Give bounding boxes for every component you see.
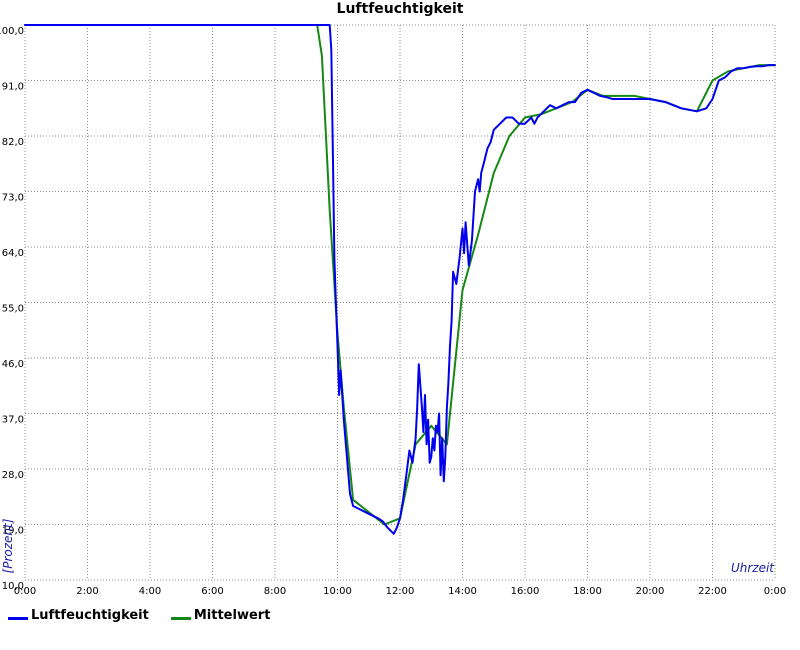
x-tick-label: 0:00 [14,586,36,597]
x-tick-label: 12:00 [386,586,415,597]
legend-swatch-mittelwert [170,617,191,620]
legend: Luftfeuchtigkeit Mittelwert [8,608,270,623]
y-tick-label: 37,0 [2,415,24,426]
x-tick-label: 18:00 [573,586,602,597]
y-tick-label: 91,0 [2,82,24,93]
x-tick-label: 0:00 [764,586,786,597]
x-tick-label: 10:00 [323,586,352,597]
legend-swatch-luftfeuchtigkeit [8,617,28,620]
y-tick-label: 73,0 [2,193,24,204]
x-tick-label: 2:00 [76,586,98,597]
x-tick-label: 14:00 [448,586,477,597]
legend-label-luftfeuchtigkeit: Luftfeuchtigkeit [31,608,149,623]
chart: Luftfeuchtigkeit 10,019,028,037,046,055,… [0,0,800,650]
x-tick-label: 20:00 [636,586,665,597]
legend-item-mittelwert: Mittelwert [170,608,271,623]
x-tick-label: 4:00 [139,586,161,597]
x-tick-label: 8:00 [264,586,286,597]
x-tick-label: 16:00 [511,586,540,597]
x-tick-label: 22:00 [698,586,727,597]
x-tick-label: 6:00 [201,586,223,597]
x-axis-label: Uhrzeit [731,561,775,575]
y-tick-label: 100,0 [0,26,24,37]
y-tick-label: 28,0 [2,470,24,481]
y-tick-label: 55,0 [2,304,24,315]
legend-item-luftfeuchtigkeit: Luftfeuchtigkeit [8,608,149,623]
y-tick-label: 46,0 [2,359,24,370]
y-tick-label: 82,0 [2,137,24,148]
chart-title: Luftfeuchtigkeit [337,1,464,17]
y-tick-label: 64,0 [2,248,24,259]
y-axis-label: [Prozent] [1,518,15,573]
legend-label-mittelwert: Mittelwert [193,608,271,623]
